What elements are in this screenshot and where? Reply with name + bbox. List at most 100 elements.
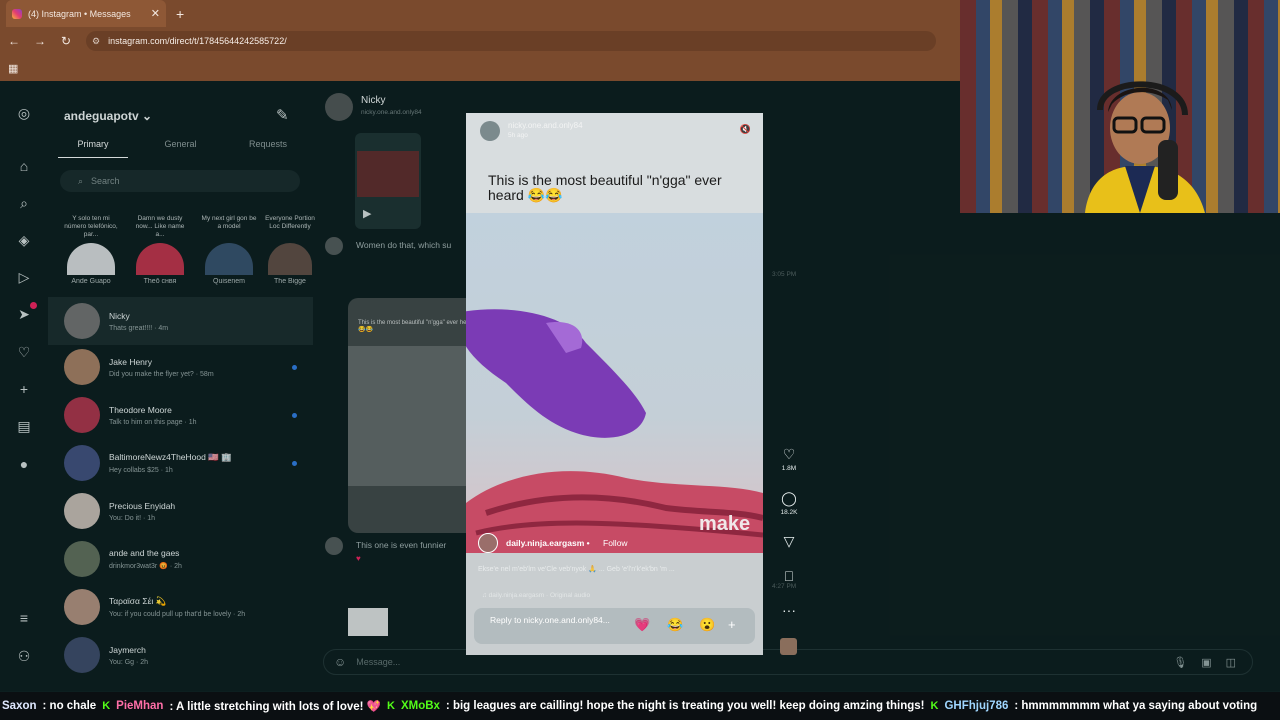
chat-title[interactable]: Nicky — [361, 95, 385, 106]
thumbnail-image — [357, 151, 419, 197]
audio-thumbnail[interactable] — [780, 638, 797, 655]
browser-tab[interactable]: (4) Instagram • Messages ✕ — [6, 0, 166, 27]
close-tab-icon[interactable]: ✕ — [151, 7, 160, 20]
conversation-item[interactable]: Ταραϊσα Σέι 💫 You: if you could pull up t… — [48, 583, 313, 631]
comment-button[interactable]: ◯ 18.2K — [775, 490, 803, 516]
heart-reaction-icon[interactable]: ♥ — [356, 554, 361, 563]
microphone-icon[interactable]: 🎙 — [1173, 656, 1187, 669]
apps-grid-icon[interactable]: ▦ — [8, 62, 18, 75]
tab-requests[interactable]: Requests — [233, 139, 303, 158]
reel-creator[interactable]: daily.ninja.eargasm • — [506, 538, 590, 548]
reel-description[interactable]: Ekse'e nel m'eb'lm ve'Cle veb'nyok 🙏 ...… — [478, 565, 748, 575]
reload-icon[interactable]: ↻ — [60, 34, 72, 48]
avatar[interactable] — [478, 533, 498, 553]
profile-icon[interactable]: ● — [15, 455, 33, 473]
messages-badge — [30, 302, 37, 309]
reel-icon: ▶ — [363, 208, 372, 220]
conversation-item[interactable]: ande and the gaes drinkmor3wat3r 😡 · 2h — [48, 535, 313, 583]
conversation-name: Ταραϊσα Σέι 💫 — [109, 596, 167, 606]
address-bar[interactable]: ⚙ instagram.com/direct/t/178456442425857… — [86, 31, 936, 51]
laugh-react-icon[interactable]: 😂 — [667, 617, 683, 633]
reel-caption-area: nicky.one.and.only84 5h ago 🔇 This is th… — [466, 113, 763, 213]
reel-video[interactable]: make — [466, 213, 763, 553]
conversation-preview: Thats great!!!! · 4m — [109, 324, 169, 332]
surprised-react-icon[interactable]: 😮 — [699, 617, 715, 633]
send-icon: ▽ — [783, 533, 795, 549]
kick-icon: K — [386, 700, 395, 712]
more-options-button[interactable]: ··· — [775, 602, 803, 618]
messages-icon[interactable]: ➤ — [15, 302, 37, 323]
add-reaction-icon[interactable]: + — [728, 617, 736, 632]
account-name: andeguapotv — [64, 109, 139, 123]
reel-audio[interactable]: ♫ daily.ninja.eargasm · Original audio — [482, 592, 590, 599]
mute-icon[interactable]: 🔇 — [740, 124, 751, 135]
avatar[interactable] — [325, 93, 353, 121]
unread-indicator — [292, 460, 297, 466]
new-message-icon[interactable]: ✎ — [276, 106, 289, 124]
conversation-item[interactable]: Jake Henry Did you make the flyer yet? · … — [48, 343, 313, 391]
search-icon[interactable]: ⌕ — [15, 194, 33, 212]
heart-react-icon[interactable]: 💗 — [634, 617, 650, 633]
shared-reel-card[interactable]: This is the most beautiful "n'gga" ever … — [348, 298, 476, 533]
conversation-item[interactable]: Precious Enyidah You: Do it! · 1h — [48, 487, 313, 535]
new-tab-icon[interactable]: + — [176, 6, 184, 22]
avatar[interactable] — [480, 121, 500, 141]
message-placeholder: Message... — [356, 657, 401, 667]
also-from-meta-icon[interactable]: ⚇ — [15, 647, 33, 665]
share-button[interactable]: ▽ — [775, 533, 803, 550]
menu-icon[interactable]: ≡ — [15, 609, 33, 627]
chat-username: PieMhan — [116, 700, 164, 712]
notifications-icon[interactable]: ♡ — [15, 343, 33, 361]
reel-author[interactable]: nicky.one.and.only84 — [508, 121, 583, 130]
conversation-preview: You: if you could pull up that'd be love… — [109, 611, 246, 618]
reel-caption: This is the most beautiful "n'gga" ever … — [488, 172, 722, 203]
emoji-icon[interactable]: ☺ — [334, 655, 346, 669]
site-info-icon[interactable]: ⚙ — [92, 36, 100, 47]
shared-reel-image — [348, 346, 468, 486]
home-icon[interactable]: ⌂ — [15, 157, 33, 175]
reply-input[interactable]: Reply to nicky.one.and.only84... 💗 😂 😮 + — [474, 608, 755, 644]
browser-chrome: (4) Instagram • Messages ✕ + ← → ↻ ⚙ ins… — [0, 0, 960, 81]
avatar — [64, 349, 100, 385]
reels-icon[interactable]: ▷ — [15, 268, 33, 286]
address-row: ← → ↻ ⚙ instagram.com/direct/t/178456442… — [0, 27, 960, 55]
webcam-overlay — [960, 0, 1280, 213]
conversation-item[interactable]: Nicky Thats great!!!! · 4m — [48, 297, 313, 345]
unread-indicator — [292, 412, 297, 418]
save-button[interactable]: ⎕ — [775, 568, 803, 585]
search-icon: ⌕ — [78, 175, 84, 186]
follow-button[interactable]: Follow — [603, 538, 628, 548]
comment-icon: ◯ — [781, 490, 797, 506]
sticker-icon[interactable]: ◫ — [1226, 656, 1236, 669]
back-icon[interactable]: ← — [8, 34, 20, 48]
message-text: Women do that, which su — [356, 240, 452, 250]
conversation-name: Theodore Moore — [109, 404, 172, 415]
tab-primary[interactable]: Primary — [58, 139, 128, 158]
instagram-logo-icon[interactable]: ◎ — [15, 104, 33, 122]
tab-general[interactable]: General — [146, 139, 216, 158]
note-item[interactable]: Everyone Portion Loc Differently The Big… — [265, 215, 315, 285]
image-icon[interactable]: ▣ — [1201, 656, 1211, 669]
note-item[interactable]: Y solo ten mi número telefónico, par... … — [62, 215, 120, 285]
conversation-name: BaltimoreNewz4TheHood 🇺🇸 🏢 — [109, 452, 232, 462]
conversation-name: Precious Enyidah — [109, 500, 176, 511]
conversation-item[interactable]: Theodore Moore Talk to him on this page ·… — [48, 391, 313, 439]
instagram-nav-rail: ◎ ⌂ ⌕ ◈ ▷ ➤ ♡ + ▤ ● ≡ ⚇ — [0, 81, 48, 691]
unread-indicator — [292, 364, 297, 370]
forward-icon[interactable]: → — [34, 34, 46, 48]
conversation-item[interactable]: BaltimoreNewz4TheHood 🇺🇸 🏢 Hey collabs $2… — [48, 439, 313, 487]
account-switcher[interactable]: andeguapotv ⌄ — [64, 109, 152, 123]
bookmarks-bar: ▦ — [0, 55, 960, 81]
search-input[interactable]: ⌕ Search — [60, 170, 300, 192]
kick-icon: K — [930, 700, 939, 712]
dashboard-icon[interactable]: ▤ — [15, 417, 33, 435]
avatar — [205, 243, 253, 275]
conversation-item[interactable]: Jaymerch You: Gg · 2h — [48, 631, 313, 679]
note-item[interactable]: Damn we dusty now... Like name a... Theō… — [131, 215, 189, 285]
avatar — [136, 243, 184, 275]
explore-icon[interactable]: ◈ — [15, 231, 33, 249]
like-button[interactable]: ♡ 1.8M — [775, 446, 803, 472]
shared-media-thumbnail[interactable] — [348, 608, 388, 636]
create-icon[interactable]: + — [15, 380, 33, 398]
note-item[interactable]: My next girl gon be a model Quisenem — [200, 215, 258, 285]
